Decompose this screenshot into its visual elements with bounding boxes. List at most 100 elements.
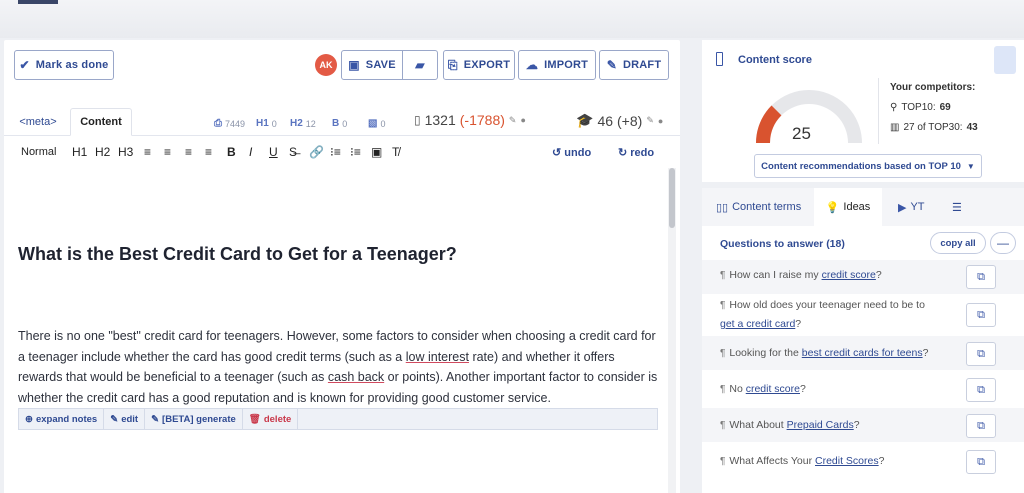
- ideas-tabs: ▯▯ Content terms 💡 Ideas ▶ YT ☰: [702, 188, 1024, 226]
- word-count: ▯ 1321 (-1788) ✎ ●: [414, 112, 526, 128]
- notes-bar: ⊕ expand notes ✎ edit ✎ [BETA] generate 🗑 de…: [18, 408, 658, 430]
- terms-icon: ▯▯: [716, 201, 729, 214]
- copy-button[interactable]: ⧉: [966, 342, 996, 366]
- tab-content-terms[interactable]: ▯▯ Content terms: [716, 188, 801, 226]
- graduation-cap-icon: 🎓: [576, 112, 594, 128]
- media-count: ▧ 0: [368, 118, 386, 129]
- undo-icon: ↺: [552, 146, 565, 159]
- document-icon: ▯: [414, 113, 421, 127]
- copy-button[interactable]: ⧉: [966, 414, 996, 438]
- image-icon: ▧: [368, 118, 378, 129]
- editor-panel: ✔ Mark as done AK ▣ SAVE ▰ ⎘ EXPORT ☁ IM…: [4, 40, 680, 493]
- tab-ideas[interactable]: 💡 Ideas: [814, 188, 882, 226]
- align-justify-icon[interactable]: ≡: [205, 145, 212, 159]
- copy-button[interactable]: ⧉: [966, 450, 996, 474]
- expand-notes-button[interactable]: ⊕ expand notes: [19, 409, 105, 429]
- minus-icon: —: [997, 236, 1009, 250]
- edit-icon[interactable]: ✎: [509, 115, 517, 126]
- keyword-highlight: cash back: [327, 370, 385, 384]
- logo: [18, 0, 58, 4]
- collapse-button[interactable]: —: [990, 232, 1016, 254]
- copy-icon: ⧉: [977, 455, 985, 468]
- document-paragraph[interactable]: There is no one "best" credit card for t…: [18, 326, 658, 408]
- top30-score: ▥ 27 of TOP30: 43: [890, 122, 978, 133]
- info-icon[interactable]: ●: [520, 115, 525, 125]
- redo-button[interactable]: ↻ redo: [618, 146, 654, 159]
- ideas-panel: ▯▯ Content terms 💡 Ideas ▶ YT ☰ Questions t…: [702, 188, 1024, 493]
- pilcrow-icon: ¶: [720, 384, 726, 395]
- export-icon: ⎘: [447, 57, 458, 72]
- copy-icon: ⧉: [977, 347, 985, 360]
- ordered-list-icon[interactable]: ⁝≡: [330, 145, 341, 159]
- paragraph-style-select[interactable]: Normal: [21, 146, 56, 158]
- recommendations-select[interactable]: Content recommendations based on TOP 10 ▼: [754, 154, 982, 178]
- questions-heading: Questions to answer (18): [720, 238, 845, 250]
- scrollbar-thumb[interactable]: [669, 168, 675, 228]
- h3-button[interactable]: H3: [118, 145, 133, 159]
- h1-button[interactable]: H1: [72, 145, 87, 159]
- generate-button[interactable]: ✎ [BETA] generate: [145, 409, 243, 429]
- mark-as-done-button[interactable]: ✔ Mark as done: [14, 50, 114, 80]
- export-button[interactable]: ⎘ EXPORT: [443, 50, 515, 80]
- content-score-panel: Content score 25 Your competitors: ⚲ TOP1…: [702, 40, 1024, 182]
- copy-all-button[interactable]: copy all: [930, 232, 986, 254]
- edit-icon[interactable]: ✎: [646, 115, 654, 126]
- lightbulb-icon: 💡: [825, 201, 840, 214]
- tab-settings[interactable]: ☰: [952, 188, 962, 226]
- cloud-download-icon: ☁: [525, 58, 539, 72]
- insert-image-icon[interactable]: ▣: [371, 145, 382, 159]
- save-button[interactable]: ▣ SAVE: [341, 50, 403, 80]
- score-value: 25: [792, 124, 811, 143]
- list-item: ¶ How old does your teenager need to be t…: [720, 299, 925, 330]
- italic-icon[interactable]: I: [249, 145, 252, 159]
- avatar[interactable]: AK: [315, 54, 337, 76]
- tab-yt[interactable]: ▶ YT: [898, 188, 925, 226]
- pilcrow-icon: ¶: [720, 348, 726, 359]
- import-button[interactable]: ☁ IMPORT: [518, 50, 596, 80]
- chart-icon: ▥: [890, 122, 900, 133]
- edit-button[interactable]: ✎ edit: [104, 409, 146, 429]
- info-icon[interactable]: ●: [658, 116, 663, 126]
- plus-circle-icon: ⊕: [25, 413, 33, 425]
- magic-wand-icon: ✎: [606, 58, 617, 72]
- editor-scrollbar[interactable]: [668, 168, 676, 493]
- copy-button[interactable]: ⧉: [966, 265, 996, 289]
- edit-icon: ✎: [110, 413, 119, 425]
- align-left-icon[interactable]: ≡: [144, 145, 151, 159]
- format-toolbar: Normal H1 H2 H3 ≡ ≡ ≡ ≡ B I U S̶ 🔗 ⁝≡ ⁝≡…: [4, 140, 680, 164]
- document-icon: [716, 52, 723, 66]
- magic-wand-icon: ✎: [151, 413, 160, 425]
- underline-icon[interactable]: U: [269, 145, 278, 159]
- pilcrow-icon: ¶: [720, 420, 726, 431]
- top10-score: ⚲ TOP10: 69: [890, 102, 951, 113]
- strikethrough-icon[interactable]: S̶: [289, 145, 297, 159]
- clipboard-icon[interactable]: [994, 46, 1016, 74]
- tab-content[interactable]: Content: [70, 108, 132, 136]
- document-body[interactable]: What is the Best Credit Card to Get for …: [4, 168, 668, 493]
- clear-format-icon[interactable]: T̸: [392, 145, 399, 159]
- check-icon: ✔: [19, 58, 30, 72]
- align-right-icon[interactable]: ≡: [185, 145, 192, 159]
- undo-button[interactable]: ↺ undo: [552, 146, 591, 159]
- bold-icon[interactable]: B: [227, 145, 236, 159]
- pilcrow-icon: ¶: [720, 300, 726, 311]
- folder-icon: ▰: [415, 58, 425, 72]
- redo-icon: ↻: [618, 146, 631, 159]
- gauge-fill: [756, 105, 782, 144]
- copy-button[interactable]: ⧉: [966, 303, 996, 327]
- h2-button[interactable]: H2: [95, 145, 110, 159]
- top-bar: [0, 0, 1024, 38]
- bullet-list-icon[interactable]: ⁝≡: [350, 145, 361, 159]
- chevron-down-icon: ▼: [966, 161, 975, 171]
- pilcrow-icon: ¶: [720, 456, 726, 467]
- copy-button[interactable]: ⧉: [966, 378, 996, 402]
- align-center-icon[interactable]: ≡: [164, 145, 171, 159]
- open-folder-button[interactable]: ▰: [402, 50, 438, 80]
- tab-meta[interactable]: <meta>: [12, 108, 64, 136]
- delete-button[interactable]: 🗑 delete: [243, 409, 299, 429]
- link-icon[interactable]: 🔗: [309, 145, 324, 159]
- copy-icon: ⧉: [977, 308, 985, 321]
- document-heading[interactable]: What is the Best Credit Card to Get for …: [18, 244, 457, 265]
- copy-icon: ⧉: [977, 270, 985, 283]
- draft-button[interactable]: ✎ DRAFT: [599, 50, 669, 80]
